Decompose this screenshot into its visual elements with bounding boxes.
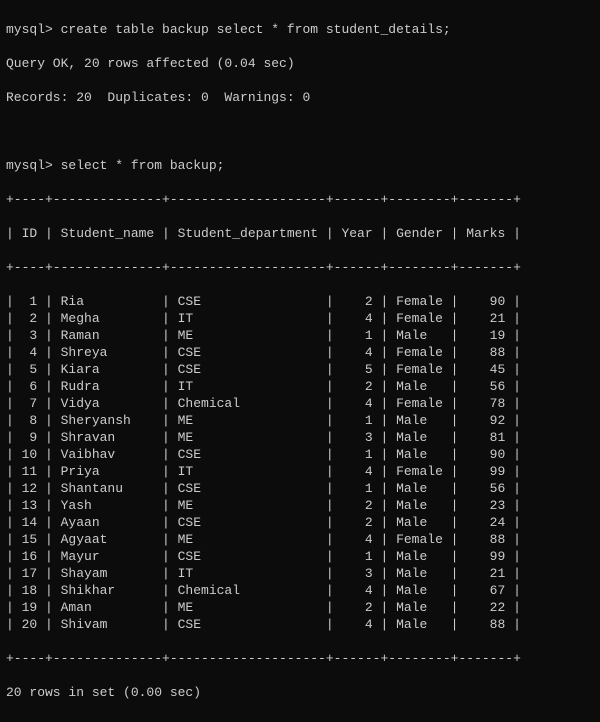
table-row: | 13 | Yash | ME | 2 | Male | 23 | — [6, 497, 594, 514]
table-row: | 15 | Agyaat | ME | 4 | Female | 88 | — [6, 531, 594, 548]
table-row: | 8 | Sheryansh | ME | 1 | Male | 92 | — [6, 412, 594, 429]
table-row: | 2 | Megha | IT | 4 | Female | 21 | — [6, 310, 594, 327]
table-row: | 10 | Vaibhav | CSE | 1 | Male | 90 | — [6, 446, 594, 463]
table-row: | 9 | Shravan | ME | 3 | Male | 81 | — [6, 429, 594, 446]
table-row: | 12 | Shantanu | CSE | 1 | Male | 56 | — [6, 480, 594, 497]
table-header: | ID | Student_name | Student_department… — [6, 225, 594, 242]
table-row: | 11 | Priya | IT | 4 | Female | 99 | — [6, 463, 594, 480]
msg-query-ok: Query OK, 20 rows affected (0.04 sec) — [6, 55, 594, 72]
msg-rows-in-set: 20 rows in set (0.00 sec) — [6, 684, 594, 701]
prompt: mysql> — [6, 22, 53, 37]
table-row: | 18 | Shikhar | Chemical | 4 | Male | 6… — [6, 582, 594, 599]
table-row: | 5 | Kiara | CSE | 5 | Female | 45 | — [6, 361, 594, 378]
table-border-mid: +----+--------------+-------------------… — [6, 259, 594, 276]
table-row: | 3 | Raman | ME | 1 | Male | 19 | — [6, 327, 594, 344]
blank-line — [6, 123, 594, 140]
table-row: | 1 | Ria | CSE | 2 | Female | 90 | — [6, 293, 594, 310]
table-row: | 7 | Vidya | Chemical | 4 | Female | 78… — [6, 395, 594, 412]
table-row: | 19 | Aman | ME | 2 | Male | 22 | — [6, 599, 594, 616]
table-row: | 4 | Shreya | CSE | 4 | Female | 88 | — [6, 344, 594, 361]
cmd-line-2: mysql> select * from backup; — [6, 157, 594, 174]
msg-records: Records: 20 Duplicates: 0 Warnings: 0 — [6, 89, 594, 106]
table-border-bottom: +----+--------------+-------------------… — [6, 650, 594, 667]
table-border-top: +----+--------------+-------------------… — [6, 191, 594, 208]
table-body: | 1 | Ria | CSE | 2 | Female | 90 || 2 |… — [6, 293, 594, 633]
table-row: | 17 | Shayam | IT | 3 | Male | 21 | — [6, 565, 594, 582]
mysql-terminal[interactable]: mysql> create table backup select * from… — [0, 0, 600, 722]
sql-select-statement: select * from backup; — [61, 158, 225, 173]
table-row: | 16 | Mayur | CSE | 1 | Male | 99 | — [6, 548, 594, 565]
prompt: mysql> — [6, 158, 53, 173]
table-row: | 6 | Rudra | IT | 2 | Male | 56 | — [6, 378, 594, 395]
table-row: | 14 | Ayaan | CSE | 2 | Male | 24 | — [6, 514, 594, 531]
sql-create-statement: create table backup select * from studen… — [61, 22, 451, 37]
table-row: | 20 | Shivam | CSE | 4 | Male | 88 | — [6, 616, 594, 633]
cmd-line-1: mysql> create table backup select * from… — [6, 21, 594, 38]
